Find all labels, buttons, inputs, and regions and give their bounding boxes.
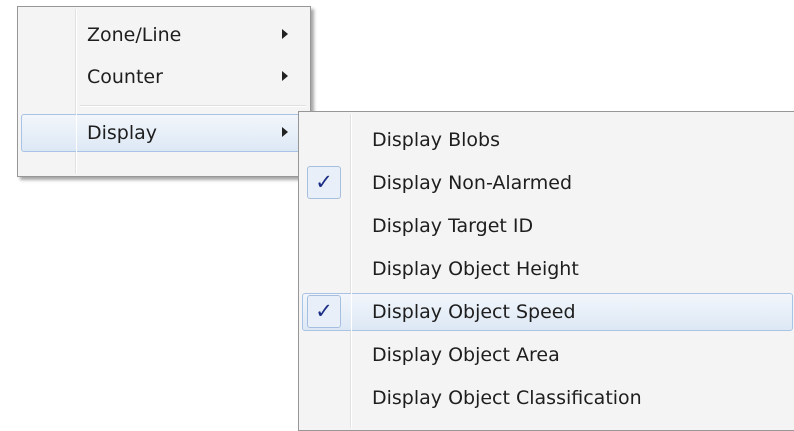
submenu-arrow-icon <box>282 127 288 137</box>
submenu-item-display-object-speed[interactable]: ✓ Display Object Speed <box>302 293 793 331</box>
menu-item-label: Zone/Line <box>87 24 182 46</box>
submenu-item-display-object-area[interactable]: Display Object Area <box>302 336 793 374</box>
submenu-item-display-non-alarmed[interactable]: ✓ Display Non-Alarmed <box>302 164 793 202</box>
context-menu: Zone/Line Counter Display <box>17 6 311 177</box>
submenu-item-display-object-classification[interactable]: Display Object Classification <box>302 379 793 417</box>
submenu-item-label: Display Object Speed <box>372 301 576 323</box>
menu-separator <box>80 105 306 107</box>
submenu-arrow-icon <box>282 71 288 81</box>
submenu-item-label: Display Object Classification <box>372 387 642 409</box>
menu-item-label: Display <box>87 122 158 144</box>
menu-item-label: Counter <box>87 66 163 88</box>
submenu-item-label: Display Target ID <box>372 215 534 237</box>
submenu-arrow-icon <box>282 29 288 39</box>
submenu-item-display-target-id[interactable]: Display Target ID <box>302 207 793 245</box>
display-submenu: Display Blobs ✓ Display Non-Alarmed Disp… <box>298 111 794 431</box>
submenu-item-label: Display Blobs <box>372 129 500 151</box>
check-icon: ✓ <box>307 166 341 199</box>
menu-item-counter[interactable]: Counter <box>21 58 307 96</box>
submenu-item-label: Display Object Height <box>372 258 579 280</box>
submenu-item-display-object-height[interactable]: Display Object Height <box>302 250 793 288</box>
submenu-item-label: Display Object Area <box>372 344 560 366</box>
check-icon: ✓ <box>307 295 341 328</box>
submenu-item-label: Display Non-Alarmed <box>372 172 573 194</box>
menu-item-display[interactable]: Display <box>21 114 307 152</box>
submenu-item-display-blobs[interactable]: Display Blobs <box>302 121 793 159</box>
menu-item-zone-line[interactable]: Zone/Line <box>21 16 307 54</box>
